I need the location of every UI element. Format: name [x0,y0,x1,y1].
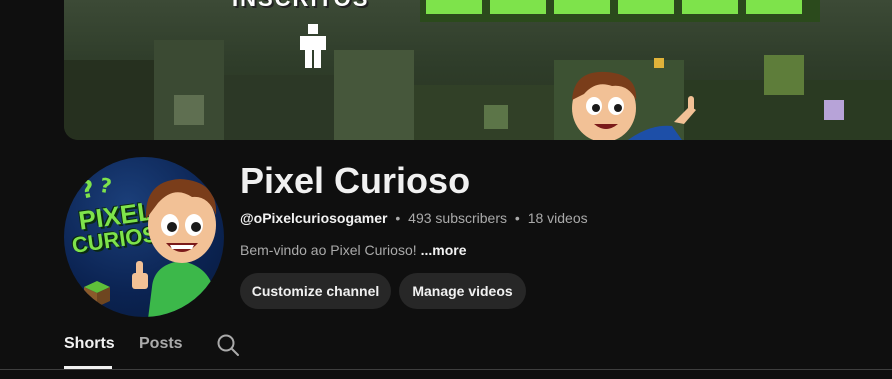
tab-posts[interactable]: Posts [139,335,183,353]
customize-channel-button[interactable]: Customize channel [240,273,391,309]
boy-mascot-icon [145,179,218,317]
thumbs-up-icon [132,261,148,289]
description-text: Bem-vindo ao Pixel Curioso! [240,242,417,258]
channel-meta: @oPixelcuriosogamer • 493 subscribers • … [240,210,588,226]
grass-block-icon [84,281,110,307]
channel-banner: INSCRITOS [64,0,892,140]
channel-description[interactable]: Bem-vindo ao Pixel Curioso! ...more [240,242,467,258]
video-count: 18 videos [527,210,588,226]
channel-avatar[interactable]: ? ? PIXEL CURIOSO [64,157,224,317]
tab-shorts[interactable]: Shorts [64,335,115,353]
meta-separator: • [395,210,401,226]
channel-handle[interactable]: @oPixelcuriosogamer [240,210,387,226]
manage-videos-button[interactable]: Manage videos [399,273,526,309]
channel-name: Pixel Curioso [240,160,471,201]
subscriber-count: 493 subscribers [408,210,507,226]
banner-text: INSCRITOS [232,0,369,12]
pointing-boy-icon [572,71,696,140]
channel-tabs: Shorts Posts [0,325,892,370]
channel-page: INSCRITOS ? ? PIXE [0,0,892,379]
person-icon [300,24,326,68]
more-link[interactable]: ...more [421,242,467,258]
meta-separator: • [514,210,520,226]
svg-text:?: ? [98,173,114,199]
search-icon[interactable] [216,333,240,357]
question-marks-icon: ? ? [80,173,114,203]
svg-text:?: ? [80,174,97,203]
tabs-divider [0,369,892,370]
